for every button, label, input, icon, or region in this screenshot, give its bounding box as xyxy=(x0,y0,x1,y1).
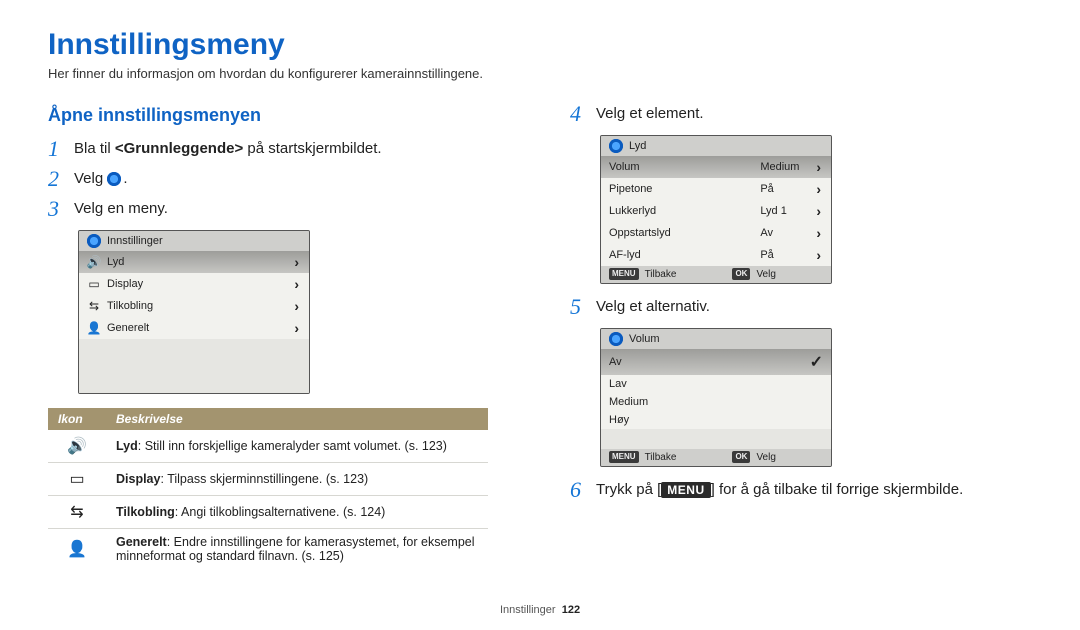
page-title: Innstillingsmeny xyxy=(48,28,1032,62)
gear-icon xyxy=(87,234,101,248)
left-column: Åpne innstillingsmenyen 1 Bla til <Grunn… xyxy=(48,105,510,569)
chevron-right-icon: › xyxy=(294,320,299,336)
list-item: ▭Display › xyxy=(79,273,309,295)
person-icon: 👤 xyxy=(48,529,106,570)
speaker-icon: 🔊 xyxy=(87,255,101,269)
connectivity-icon: ⇆ xyxy=(87,299,101,313)
footer-ok-label: Velg xyxy=(756,452,775,463)
screen-title: Innstillinger xyxy=(107,235,163,247)
table-row: 👤 Generelt: Endre innstillingene for kam… xyxy=(48,529,488,570)
step-number-5: 5 xyxy=(570,296,596,318)
chevron-right-icon: › xyxy=(816,247,821,263)
list-item: ⇆Tilkobling › xyxy=(79,295,309,317)
screen-title: Lyd xyxy=(629,140,646,152)
chevron-right-icon: › xyxy=(816,181,821,197)
step-number-4: 4 xyxy=(570,103,596,125)
step-number-2: 2 xyxy=(48,168,74,190)
screenshot-sound-menu: Lyd Volum Medium› Pipetone På› Lukkerlyd… xyxy=(600,135,832,284)
connectivity-icon: ⇆ xyxy=(48,496,106,529)
list-item: AF-lyd På› xyxy=(601,244,831,266)
display-icon: ▭ xyxy=(48,463,106,496)
chevron-right-icon: › xyxy=(816,159,821,175)
menu-key-icon: MENU xyxy=(609,268,639,280)
step-6-text: Trykk på [MENU] for å gå tilbake til for… xyxy=(596,481,1032,498)
right-column: 4 Velg et element. Lyd Volum Medium› Pip… xyxy=(570,105,1032,569)
display-icon: ▭ xyxy=(87,277,101,291)
chevron-right-icon: › xyxy=(294,254,299,270)
gear-icon xyxy=(609,139,623,153)
chevron-right-icon: › xyxy=(816,225,821,241)
list-item: Oppstartslyd Av› xyxy=(601,222,831,244)
step-4-text: Velg et element. xyxy=(596,105,1032,122)
step-2-text: Velg . xyxy=(74,170,510,188)
step-number-1: 1 xyxy=(48,138,74,160)
list-item: Lav xyxy=(601,375,831,393)
list-item: Høy xyxy=(601,411,831,429)
chevron-right-icon: › xyxy=(294,298,299,314)
section-heading: Åpne innstillingsmenyen xyxy=(48,105,510,126)
list-item: 🔊Lyd › xyxy=(79,251,309,273)
step-5-text: Velg et alternativ. xyxy=(596,298,1032,315)
screenshot-volume-menu: Volum Av ✓ Lav Medium Høy MENU Tilbake O… xyxy=(600,328,832,467)
gear-icon xyxy=(107,172,123,188)
page-footer: Innstillinger 122 xyxy=(0,604,1080,616)
menu-key-icon: MENU xyxy=(661,482,710,498)
step-3-text: Velg en meny. xyxy=(74,200,510,217)
table-row: 🔊 Lyd: Still inn forskjellige kameralyde… xyxy=(48,430,488,463)
check-icon: ✓ xyxy=(810,352,823,372)
ok-key-icon: OK xyxy=(732,268,750,280)
chevron-right-icon: › xyxy=(816,203,821,219)
list-item: Av ✓ xyxy=(601,349,831,375)
footer-ok-label: Velg xyxy=(756,269,775,280)
list-item: Volum Medium› xyxy=(601,156,831,178)
person-icon: 👤 xyxy=(87,321,101,335)
footer-back-label: Tilbake xyxy=(645,269,677,280)
chevron-right-icon: › xyxy=(294,276,299,292)
icon-description-table: Ikon Beskrivelse 🔊 Lyd: Still inn forskj… xyxy=(48,408,488,569)
ok-key-icon: OK xyxy=(732,451,750,463)
menu-key-icon: MENU xyxy=(609,451,639,463)
list-item: Lukkerlyd Lyd 1› xyxy=(601,200,831,222)
step-number-6: 6 xyxy=(570,479,596,501)
table-row: ▭ Display: Tilpass skjerminnstillingene.… xyxy=(48,463,488,496)
step-1-text: Bla til <Grunnleggende> på startskjermbi… xyxy=(74,140,510,157)
list-item: Pipetone På› xyxy=(601,178,831,200)
step-number-3: 3 xyxy=(48,198,74,220)
list-item: 👤Generelt › xyxy=(79,317,309,339)
table-header-desc: Beskrivelse xyxy=(106,408,488,430)
screenshot-settings-menu: Innstillinger 🔊Lyd › ▭Display › ⇆Tilkobl… xyxy=(78,230,310,394)
gear-icon xyxy=(609,332,623,346)
table-header-icon: Ikon xyxy=(48,408,106,430)
table-row: ⇆ Tilkobling: Angi tilkoblingsalternativ… xyxy=(48,496,488,529)
screen-title: Volum xyxy=(629,333,660,345)
list-item: Medium xyxy=(601,393,831,411)
footer-back-label: Tilbake xyxy=(645,452,677,463)
page-subtitle: Her finner du informasjon om hvordan du … xyxy=(48,66,1032,81)
speaker-icon: 🔊 xyxy=(48,430,106,463)
